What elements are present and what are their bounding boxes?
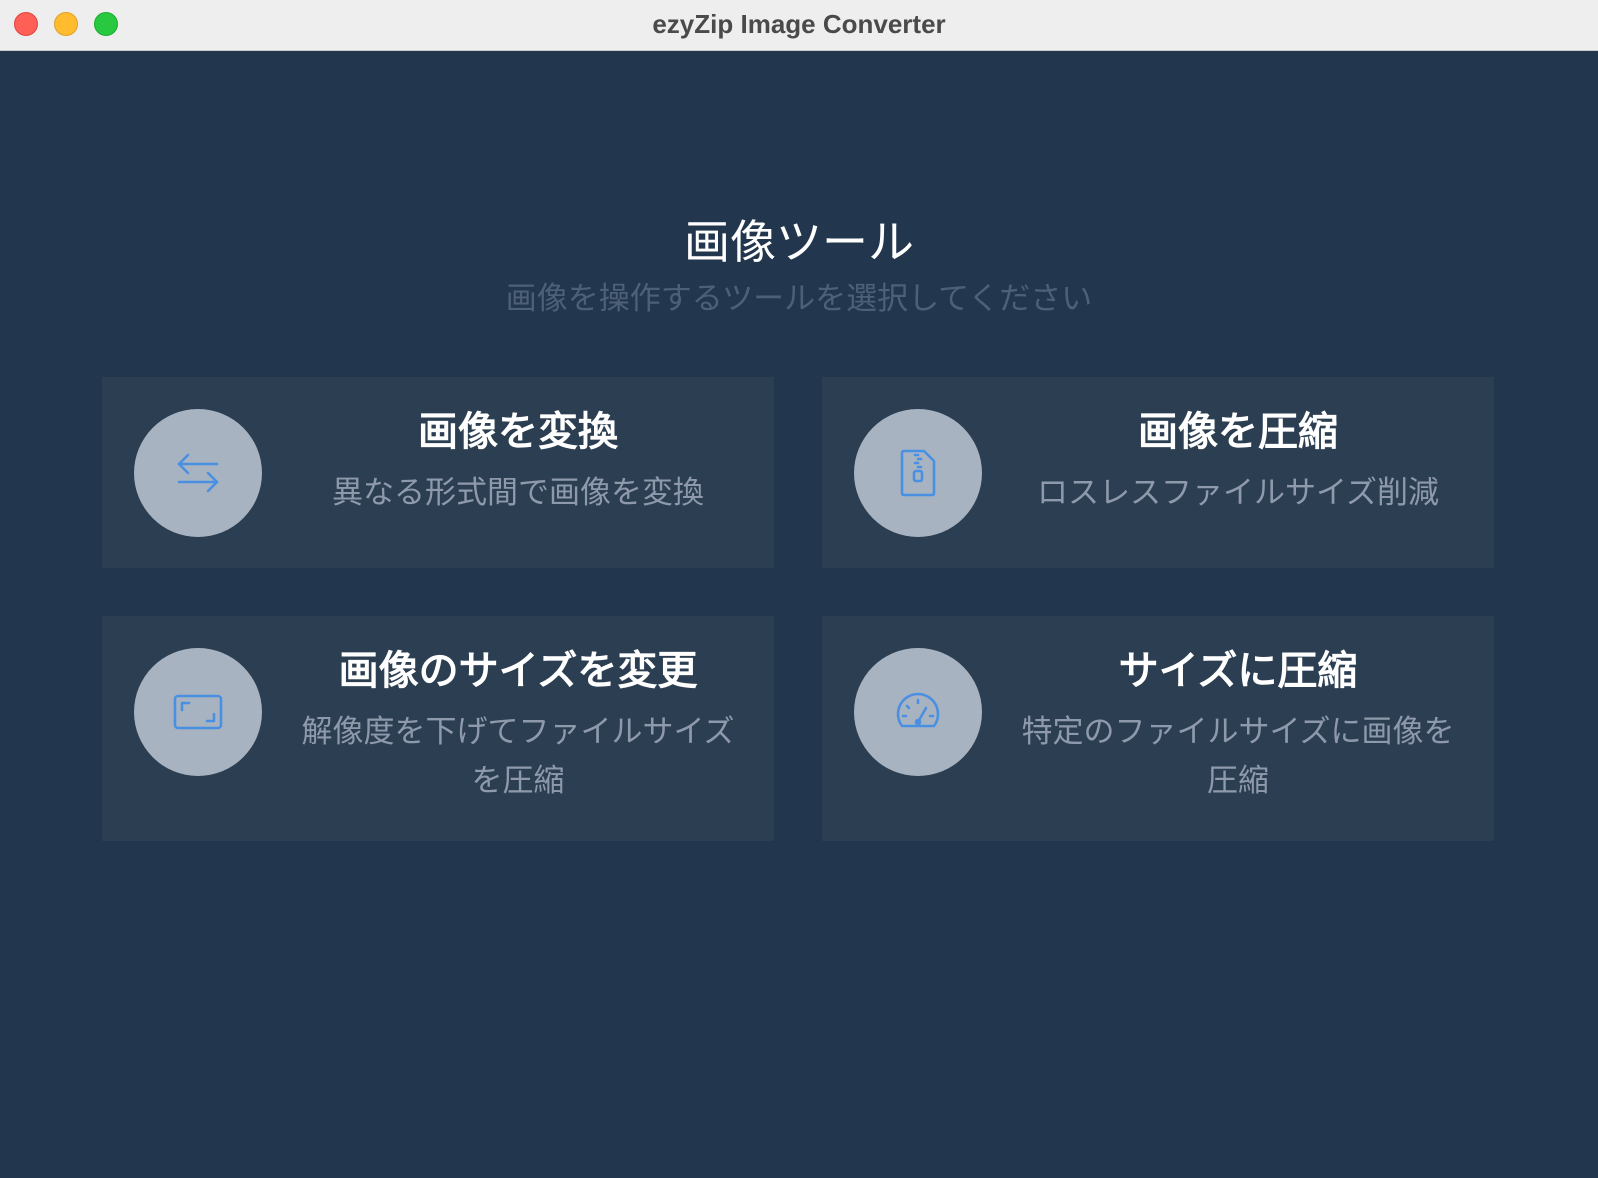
card-description: 特定のファイルサイズに画像を圧縮 xyxy=(1021,714,1455,799)
convert-arrows-icon xyxy=(177,453,219,493)
page-subtitle: 画像を操作するツールを選択してください xyxy=(505,281,1093,317)
card-description: ロスレスファイルサイズ削減 xyxy=(1036,475,1440,511)
window-title: ezyZip Image Converter xyxy=(652,9,946,39)
app-window: ezyZip Image Converter 画像ツール 画像を操作するツールを… xyxy=(0,0,1598,1178)
compress-to-size-card-text: サイズに圧縮 特定のファイルサイズに画像を圧縮 xyxy=(1002,616,1474,806)
card-title: 画像を変換 xyxy=(418,409,618,455)
resize-icon-circle xyxy=(134,648,262,776)
zip-file-icon xyxy=(900,449,936,497)
compress-card-text: 画像を圧縮 ロスレスファイルサイズ削減 xyxy=(1002,377,1474,518)
compress-to-size-card[interactable]: サイズに圧縮 特定のファイルサイズに画像を圧縮 xyxy=(822,616,1494,841)
convert-card-text: 画像を変換 異なる形式間で画像を変換 xyxy=(282,377,754,518)
speedometer-icon xyxy=(896,692,940,728)
main-content: 画像ツール 画像を操作するツールを選択してください 画像を変換 異なる形式間で画… xyxy=(0,51,1598,1178)
compress-to-size-icon-circle xyxy=(854,648,982,776)
card-description: 解像度を下げてファイルサイズを圧縮 xyxy=(301,714,735,799)
convert-icon-circle xyxy=(134,409,262,537)
card-title: 画像のサイズを変更 xyxy=(338,648,698,694)
resize-image-card[interactable]: 画像のサイズを変更 解像度を下げてファイルサイズを圧縮 xyxy=(102,616,774,841)
resize-card-text: 画像のサイズを変更 解像度を下げてファイルサイズを圧縮 xyxy=(282,616,754,806)
compress-image-card[interactable]: 画像を圧縮 ロスレスファイルサイズ削減 xyxy=(822,377,1494,568)
card-title: サイズに圧縮 xyxy=(1118,648,1358,694)
title-bar[interactable]: ezyZip Image Converter xyxy=(0,0,1598,51)
card-description: 異なる形式間で画像を変換 xyxy=(332,475,704,511)
compress-icon-circle xyxy=(854,409,982,537)
resize-frame-icon xyxy=(173,694,223,730)
convert-image-card[interactable]: 画像を変換 異なる形式間で画像を変換 xyxy=(102,377,774,568)
card-title: 画像を圧縮 xyxy=(1138,409,1338,455)
page-title: 画像ツール xyxy=(684,215,914,269)
